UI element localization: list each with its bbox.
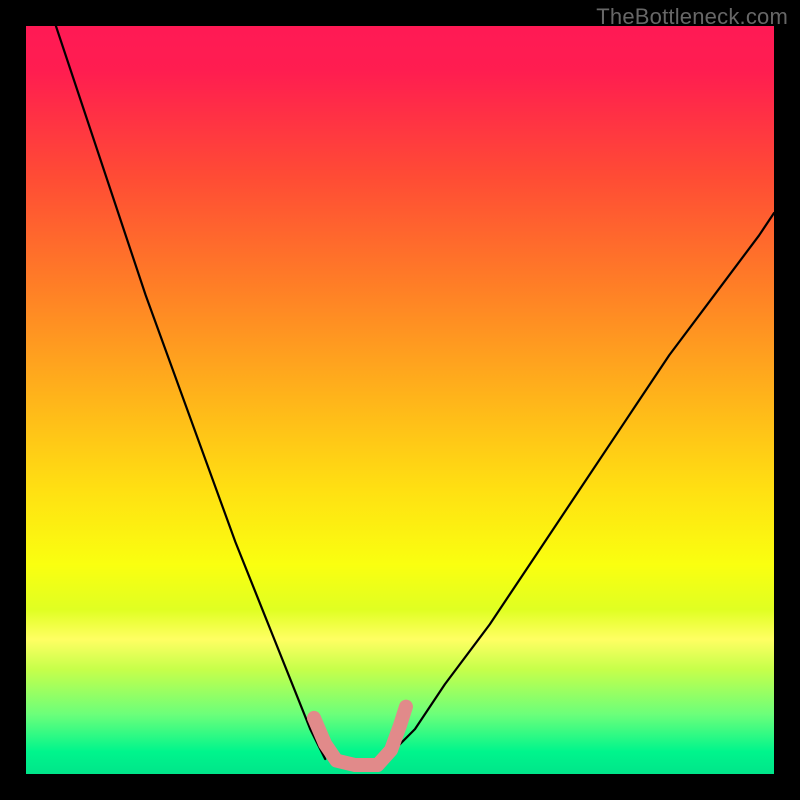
watermark-text: TheBottleneck.com bbox=[596, 4, 788, 30]
chart-svg bbox=[26, 26, 774, 774]
outer-frame: TheBottleneck.com bbox=[0, 0, 800, 800]
gradient-background bbox=[26, 26, 774, 774]
plot-area bbox=[26, 26, 774, 774]
